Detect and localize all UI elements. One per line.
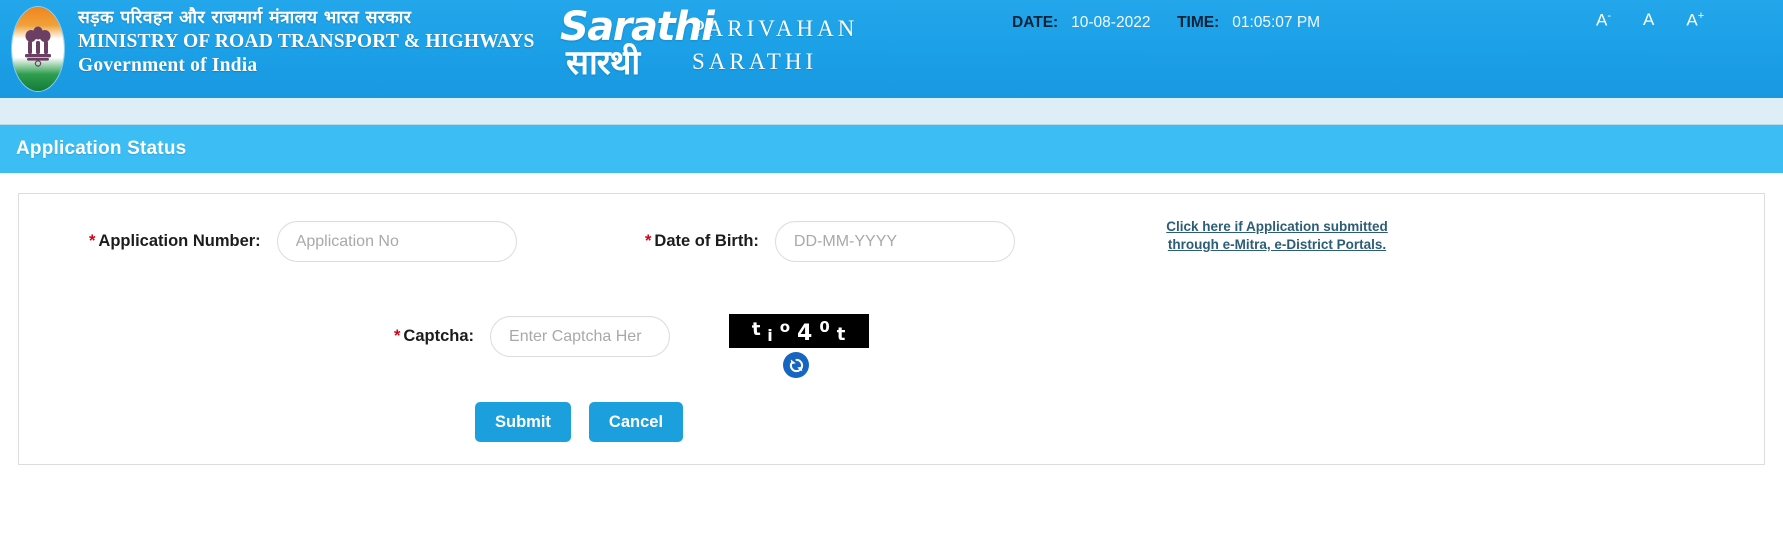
captcha-char: 4: [797, 320, 814, 346]
captcha-char: o: [779, 318, 792, 336]
font-decrease-button[interactable]: A-: [1596, 11, 1611, 29]
page-title-bar: Application Status: [0, 125, 1783, 173]
government-of-india-label: Government of India: [78, 54, 258, 76]
sarathi-logo-text-hi: सारथी: [566, 43, 640, 83]
emitra-edistrict-link[interactable]: Click here if Application submitted thro…: [1141, 218, 1413, 254]
captcha-label: * Captcha:: [394, 327, 475, 345]
font-normal-button[interactable]: A: [1643, 11, 1654, 28]
required-asterisk: *: [394, 327, 401, 345]
required-asterisk: *: [645, 232, 652, 250]
captcha-char: t: [751, 318, 762, 340]
form-panel-wrapper: *Application Number: *Date of Birth: Cli…: [0, 173, 1783, 465]
refresh-icon: [788, 357, 805, 374]
nav-subbar: [0, 98, 1783, 125]
captcha-refresh-button[interactable]: [783, 352, 809, 378]
captcha-image: t i o 4 0 t: [729, 314, 869, 348]
brand-line-sarathi: SARATHI: [692, 49, 818, 75]
captcha-char: 0: [819, 318, 831, 336]
field-date-of-birth: * Date of Birth:: [645, 221, 1015, 262]
ministry-name-english: MINISTRY OF ROAD TRANSPORT & HIGHWAYS: [78, 30, 535, 52]
site-header: सड़क परिवहन और राजमार्ग मंत्रालय भारत सर…: [0, 0, 1783, 98]
date-of-birth-label: * Date of Birth:: [645, 232, 759, 250]
sarathi-branding: Sarathi सारथी PARIVAHAN SARATHI: [560, 2, 858, 88]
font-increase-button[interactable]: A+: [1686, 11, 1704, 29]
field-application-number: * Application Number:: [89, 221, 517, 262]
brand-line-parivahan: PARIVAHAN: [692, 16, 859, 41]
application-number-label: * Application Number:: [89, 232, 261, 250]
captcha-char: t: [836, 323, 847, 345]
ashoka-emblem-icon: [12, 7, 64, 91]
captcha-char: i: [767, 325, 774, 345]
national-emblem-logo: [10, 6, 66, 92]
sarathi-logo: Sarathi सारथी: [560, 2, 715, 88]
ministry-titles: सड़क परिवहन और राजमार्ग मंत्रालय भारत सर…: [78, 8, 535, 77]
time-label: TIME:: [1177, 14, 1220, 31]
font-size-controls: A- A A+: [1596, 11, 1704, 29]
date-label: DATE:: [1012, 14, 1059, 31]
date-of-birth-input[interactable]: [774, 221, 1015, 262]
application-status-form: *Application Number: *Date of Birth: Cli…: [18, 193, 1765, 465]
date-value: 10-08-2022: [1071, 14, 1151, 31]
captcha-input[interactable]: [490, 316, 671, 357]
form-actions: Submit Cancel: [475, 402, 684, 442]
field-captcha: * Captcha:: [394, 316, 671, 357]
required-asterisk: *: [89, 232, 96, 250]
page-title: Application Status: [16, 138, 187, 159]
brand-wordmark: PARIVAHAN SARATHI: [692, 12, 858, 79]
submit-button[interactable]: Submit: [475, 402, 571, 442]
time-value: 01:05:07 PM: [1232, 14, 1321, 31]
application-number-input[interactable]: [276, 221, 517, 262]
datetime-display: DATE: 10-08-2022 TIME: 01:05:07 PM: [1012, 14, 1320, 32]
ministry-name-hindi: सड़क परिवहन और राजमार्ग मंत्रालय भारत सर…: [78, 8, 412, 28]
cancel-button[interactable]: Cancel: [588, 402, 684, 442]
